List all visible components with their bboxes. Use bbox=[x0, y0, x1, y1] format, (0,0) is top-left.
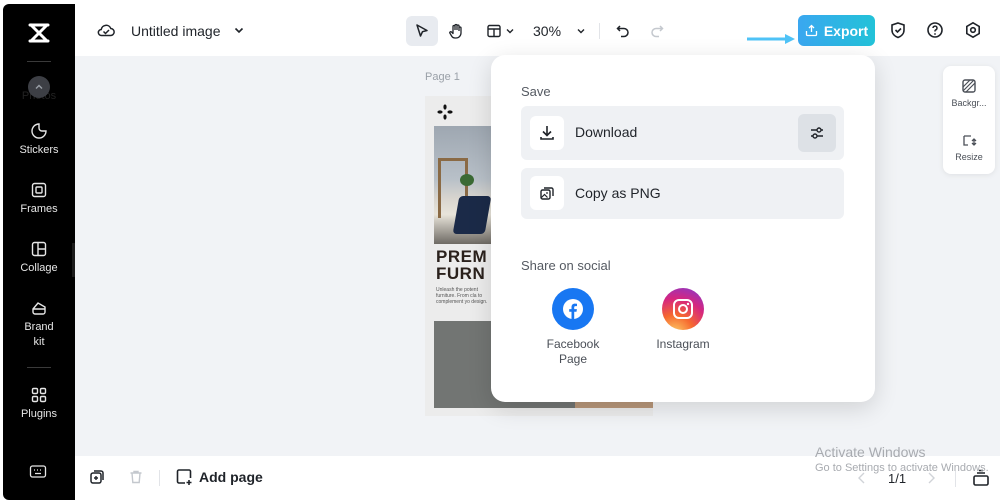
right-tool-panel: Backgr... Resize bbox=[943, 66, 995, 174]
facebook-icon bbox=[552, 288, 594, 330]
trash-icon[interactable] bbox=[128, 469, 144, 485]
layout-icon bbox=[486, 24, 501, 38]
top-bar: Untitled image 30% Export bbox=[75, 4, 1000, 56]
chevron-up-icon bbox=[35, 84, 43, 89]
resize-icon bbox=[963, 135, 977, 146]
instagram-label: Instagram bbox=[656, 337, 710, 351]
sticker-icon bbox=[31, 123, 47, 139]
sidebar-item-collage[interactable]: Collage bbox=[3, 240, 75, 276]
sidebar-item-brand-kit[interactable]: Brand kit bbox=[3, 299, 75, 350]
sidebar-item-plugins[interactable]: Plugins bbox=[3, 386, 75, 422]
sparkle-logo-icon bbox=[437, 104, 453, 120]
facebook-label: Facebook Page bbox=[546, 337, 600, 366]
heading-line: FURN bbox=[436, 264, 486, 283]
copy-png-label: Copy as PNG bbox=[575, 185, 661, 201]
keyboard-shortcuts-icon[interactable] bbox=[29, 464, 47, 480]
chevron-down-icon[interactable] bbox=[233, 24, 245, 36]
page-label: Page 1 bbox=[425, 71, 460, 83]
share-instagram[interactable]: Instagram bbox=[648, 288, 718, 352]
undo-button[interactable] bbox=[611, 16, 635, 46]
background-label: Backgr... bbox=[951, 98, 987, 108]
divider bbox=[27, 367, 51, 368]
resize-label: Resize bbox=[955, 152, 983, 162]
download-icon bbox=[540, 126, 554, 140]
export-label: Export bbox=[823, 22, 869, 39]
divider bbox=[599, 23, 600, 39]
prev-page-icon[interactable] bbox=[857, 471, 867, 485]
zoom-level: 30% bbox=[533, 23, 562, 39]
settings-icon[interactable] bbox=[964, 21, 982, 39]
sidebar-item-label: Plugins bbox=[20, 408, 58, 420]
help-icon[interactable] bbox=[926, 21, 944, 39]
layout-dropdown-button[interactable] bbox=[481, 16, 519, 46]
divider bbox=[955, 471, 956, 487]
brand-kit-icon bbox=[32, 302, 46, 315]
redo-button[interactable] bbox=[645, 16, 669, 46]
page-body-text: Unleash the potent furniture. From cla t… bbox=[436, 287, 488, 305]
instagram-icon bbox=[662, 288, 704, 330]
bottom-bar: Add page 1/1 bbox=[75, 456, 1000, 500]
scroll-up-button[interactable] bbox=[28, 76, 50, 98]
shield-check-icon[interactable] bbox=[889, 21, 907, 39]
upload-icon bbox=[805, 24, 817, 37]
app-window: Photos Stickers Frames Collage Brand kit… bbox=[0, 0, 1000, 500]
copy-icon-wrap bbox=[530, 176, 564, 210]
background-button[interactable]: Backgr... bbox=[943, 78, 995, 108]
hand-icon bbox=[449, 23, 462, 39]
sidebar: Photos Stickers Frames Collage Brand kit… bbox=[3, 4, 75, 500]
page-heading: PREM FURN bbox=[436, 248, 487, 282]
frame-icon bbox=[31, 182, 47, 198]
download-icon-wrap bbox=[530, 116, 564, 150]
chevron-down-icon bbox=[506, 29, 513, 34]
page-manager-icon[interactable] bbox=[972, 469, 990, 487]
zoom-dropdown[interactable]: 30% bbox=[533, 16, 593, 46]
add-page-icon bbox=[176, 469, 192, 485]
sidebar-item-label: Stickers bbox=[19, 144, 59, 156]
next-page-icon[interactable] bbox=[926, 471, 936, 485]
export-button[interactable]: Export bbox=[798, 15, 875, 46]
copy-image-icon bbox=[540, 187, 554, 200]
redo-icon bbox=[651, 25, 664, 38]
add-page-button[interactable]: Add page bbox=[175, 468, 263, 486]
sidebar-item-label: Collage bbox=[20, 262, 58, 274]
chevron-down-icon bbox=[577, 29, 585, 34]
photo-chair bbox=[452, 196, 492, 234]
photo-plant bbox=[460, 174, 474, 186]
sidebar-item-label: Frames bbox=[20, 203, 58, 215]
save-heading: Save bbox=[521, 84, 551, 99]
heading-line: PREM bbox=[436, 247, 488, 266]
background-icon bbox=[962, 79, 976, 93]
hand-tool-button[interactable] bbox=[442, 16, 470, 46]
annotation-arrow-icon bbox=[747, 34, 795, 44]
resize-button[interactable]: Resize bbox=[943, 132, 995, 162]
copy-png-option[interactable]: Copy as PNG bbox=[521, 168, 844, 219]
divider bbox=[27, 61, 51, 62]
add-page-label: Add page bbox=[199, 469, 263, 485]
sliders-icon bbox=[811, 127, 823, 139]
select-tool-button[interactable] bbox=[406, 16, 438, 46]
undo-icon bbox=[616, 25, 629, 38]
share-facebook-page[interactable]: Facebook Page bbox=[538, 288, 608, 367]
divider bbox=[159, 470, 160, 486]
share-heading: Share on social bbox=[521, 258, 611, 273]
document-title[interactable]: Untitled image bbox=[131, 23, 221, 39]
collage-icon bbox=[31, 241, 47, 257]
capcut-logo-icon[interactable] bbox=[27, 21, 51, 45]
download-settings-button[interactable] bbox=[798, 114, 836, 152]
plugins-icon bbox=[31, 387, 47, 403]
download-label: Download bbox=[575, 124, 638, 140]
sidebar-item-label: Brand kit bbox=[24, 321, 54, 348]
sidebar-item-frames[interactable]: Frames bbox=[3, 181, 75, 217]
download-option[interactable]: Download bbox=[521, 106, 844, 160]
pointer-icon bbox=[416, 24, 428, 37]
export-menu: Save Download Copy as PNG Share on socia… bbox=[491, 55, 875, 402]
sidebar-item-stickers[interactable]: Stickers bbox=[3, 122, 75, 158]
page-counter: 1/1 bbox=[888, 471, 907, 486]
duplicate-page-icon[interactable] bbox=[89, 469, 105, 485]
cloud-saved-icon bbox=[97, 24, 115, 37]
image-strip bbox=[575, 401, 653, 408]
